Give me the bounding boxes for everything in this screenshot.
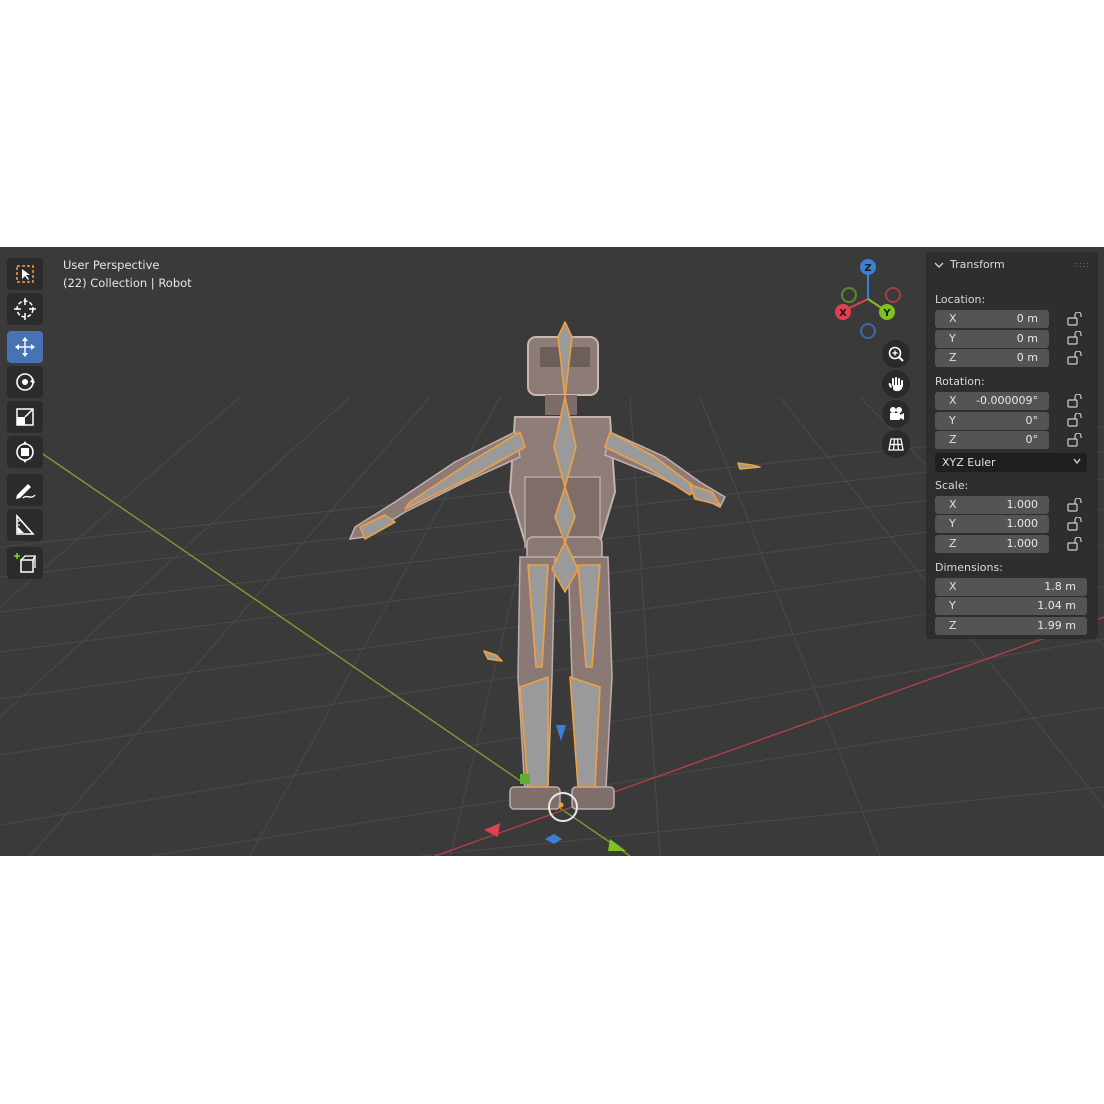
rotation-x-field[interactable]: X -0.000009°	[935, 392, 1049, 410]
scale-z-field[interactable]: Z 1.000	[935, 535, 1049, 553]
dimensions-z-field[interactable]: Z 1.99 m	[935, 617, 1087, 635]
camera-icon[interactable]	[882, 400, 910, 428]
dimensions-label: Dimensions:	[935, 561, 1003, 574]
gizmo-y-arrow	[608, 839, 626, 851]
move-icon[interactable]	[7, 331, 43, 363]
lock-location-x-icon[interactable]	[1067, 312, 1083, 326]
rotation-label: Rotation:	[935, 375, 985, 388]
rotation-y-field[interactable]: Y 0°	[935, 412, 1049, 430]
scale-icon[interactable]	[7, 401, 43, 433]
transform-panel: Transform :::: Location: X0 m Y0 m Z0 m …	[926, 252, 1098, 639]
gizmo-y-label: Y	[882, 308, 891, 319]
scale-x-field[interactable]: X 1.000	[935, 496, 1049, 514]
measure-icon[interactable]	[7, 509, 43, 541]
annotate-icon[interactable]	[7, 474, 43, 506]
drag-grip-icon[interactable]: ::::	[1075, 260, 1090, 269]
viewport-collection-label: (22) Collection | Robot	[63, 276, 192, 290]
pan-hand-icon[interactable]	[882, 370, 910, 398]
lock-scale-z-icon[interactable]	[1067, 537, 1083, 551]
dimensions-y-field[interactable]: Y 1.04 m	[935, 597, 1087, 615]
lock-location-y-icon[interactable]	[1067, 331, 1083, 345]
rotation-mode-value: XYZ Euler	[942, 456, 996, 469]
navigation-gizmo[interactable]: Z X Y	[830, 257, 910, 341]
transform-panel-title: Transform	[950, 258, 1005, 271]
grid-view-icon[interactable]	[882, 430, 910, 458]
gizmo-x-label: X	[839, 308, 847, 319]
location-z-field[interactable]: Z0 m	[935, 349, 1049, 367]
gizmo-xy-plane	[520, 774, 530, 784]
lock-rotation-y-icon[interactable]	[1067, 413, 1083, 427]
rotation-mode-select[interactable]: XYZ Euler	[935, 453, 1087, 472]
transform-panel-header[interactable]: Transform	[934, 258, 1005, 271]
add-cube-icon[interactable]	[7, 547, 43, 579]
lock-rotation-x-icon[interactable]	[1067, 394, 1083, 408]
zoom-icon[interactable]	[882, 340, 910, 368]
dimensions-x-field[interactable]: X 1.8 m	[935, 578, 1087, 596]
location-label: Location:	[935, 293, 986, 306]
lock-scale-y-icon[interactable]	[1067, 517, 1083, 531]
transform-icon[interactable]	[7, 436, 43, 468]
lock-scale-x-icon[interactable]	[1067, 498, 1083, 512]
rotate-icon[interactable]	[7, 366, 43, 398]
location-x-field[interactable]: X0 m	[935, 310, 1049, 328]
location-y-field[interactable]: Y0 m	[935, 330, 1049, 348]
cursor-icon[interactable]	[7, 293, 43, 325]
lock-rotation-z-icon[interactable]	[1067, 433, 1083, 447]
viewport-perspective-label: User Perspective	[63, 258, 160, 272]
chevron-down-icon	[1073, 458, 1081, 465]
gizmo-xz-plane	[545, 834, 562, 844]
scale-y-field[interactable]: Y 1.000	[935, 515, 1049, 533]
gizmo-z-label: Z	[864, 263, 871, 274]
rotation-z-field[interactable]: Z 0°	[935, 431, 1049, 449]
scale-label: Scale:	[935, 479, 969, 492]
chevron-down-icon	[934, 262, 944, 268]
3d-viewport[interactable]: User Perspective (22) Collection | Robot	[0, 247, 1104, 856]
tool-shelf	[7, 258, 45, 582]
gizmo-z-arrow	[556, 725, 566, 741]
lock-location-z-icon[interactable]	[1067, 351, 1083, 365]
select-box-icon[interactable]	[7, 258, 43, 290]
